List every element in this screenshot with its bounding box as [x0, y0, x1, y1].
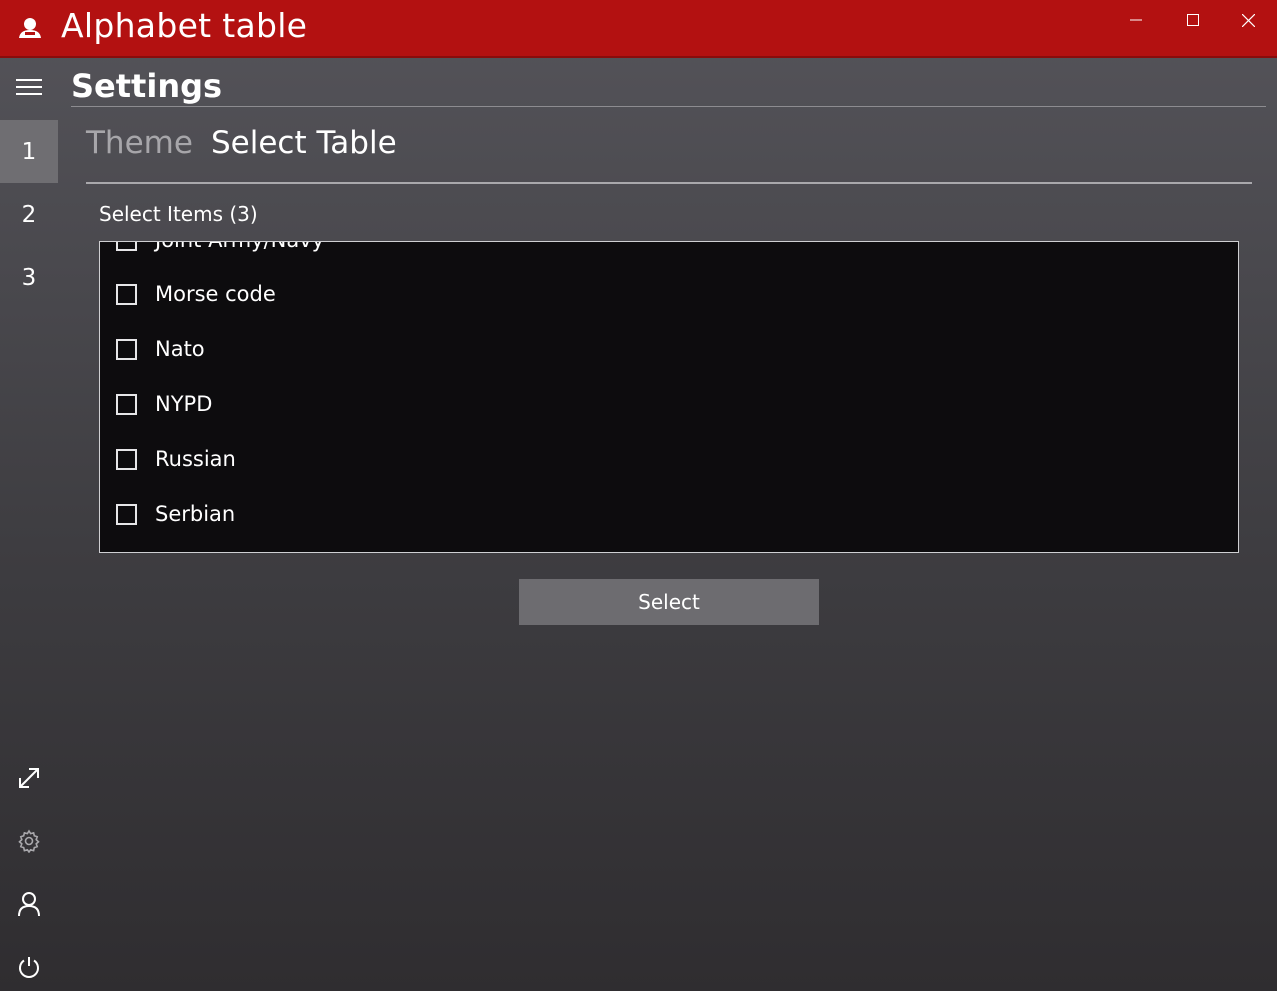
resize-button[interactable]	[0, 748, 58, 811]
hamburger-icon	[16, 78, 42, 100]
gear-icon	[17, 828, 41, 857]
maximize-button[interactable]	[1164, 0, 1221, 40]
settings-button[interactable]	[0, 811, 58, 874]
title-bar[interactable]: Alphabet table	[0, 0, 1277, 58]
checkbox[interactable]	[116, 503, 137, 525]
list-item-joint-army-navy[interactable]: Joint Army/Navy	[116, 242, 324, 260]
checkbox[interactable]	[116, 393, 137, 415]
hamburger-button[interactable]	[0, 58, 58, 120]
nav-item-2[interactable]: 2	[0, 183, 58, 246]
table-list[interactable]: Joint Army/Navy Morse code Nato NYPD Rus…	[99, 241, 1239, 553]
nav-rail: 1 2 3	[0, 58, 58, 991]
list-item-morse-code[interactable]: Morse code	[116, 274, 276, 314]
item-label: Russian	[155, 447, 236, 471]
list-item-nypd[interactable]: NYPD	[116, 384, 212, 424]
checkbox[interactable]	[116, 448, 137, 470]
page-title: Settings	[71, 67, 223, 105]
title-divider	[71, 106, 1266, 107]
checkbox[interactable]	[116, 242, 137, 251]
user-icon	[17, 891, 41, 921]
app-window: Alphabet table 1 2 3 Settings Theme Sele…	[0, 0, 1277, 991]
item-label: Morse code	[155, 282, 276, 306]
nav-item-3[interactable]: 3	[0, 246, 58, 309]
list-header: Select Items (3)	[99, 202, 258, 226]
minimize-icon	[1129, 14, 1142, 26]
tabs-divider	[86, 182, 1252, 184]
item-label: NYPD	[155, 392, 213, 416]
list-item-russian[interactable]: Russian	[116, 439, 236, 479]
item-label: Serbian	[155, 502, 236, 526]
power-button[interactable]	[0, 937, 58, 991]
list-item-serbian[interactable]: Serbian	[116, 494, 235, 534]
power-icon	[17, 955, 41, 983]
account-button[interactable]	[0, 874, 58, 937]
item-label: Joint Army/Navy	[155, 242, 324, 254]
tab-select-table[interactable]: Select Table	[211, 120, 397, 166]
tab-theme[interactable]: Theme	[86, 120, 193, 166]
app-title: Alphabet table	[61, 6, 308, 45]
close-button[interactable]	[1220, 0, 1277, 40]
resize-icon	[17, 766, 41, 794]
minimize-button[interactable]	[1107, 0, 1164, 40]
list-item-nato[interactable]: Nato	[116, 329, 205, 369]
maximize-icon	[1186, 14, 1199, 26]
item-label: Nato	[155, 337, 205, 361]
close-icon	[1242, 13, 1255, 27]
nav-item-1[interactable]: 1	[0, 120, 58, 183]
checkbox[interactable]	[116, 338, 137, 360]
checkbox[interactable]	[116, 283, 137, 305]
person-icon	[16, 14, 44, 42]
select-button[interactable]: Select	[519, 579, 819, 625]
